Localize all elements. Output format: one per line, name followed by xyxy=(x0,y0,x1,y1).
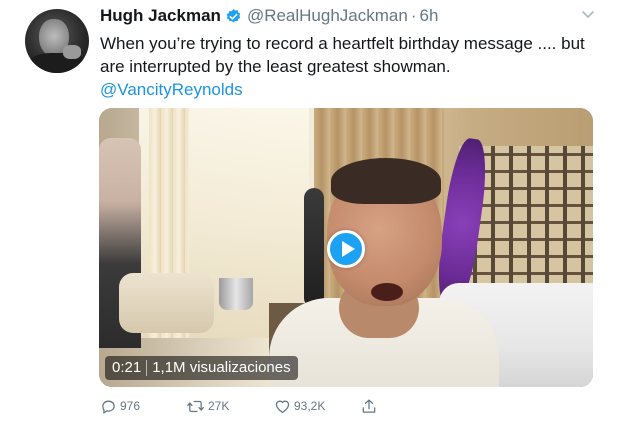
reply-count: 976 xyxy=(120,399,141,413)
tweet-header: Hugh Jackman @RealHughJackman · 6h xyxy=(100,5,438,27)
header-separator: · xyxy=(410,6,417,25)
video-duration: 0:21 xyxy=(112,359,142,376)
retweet-button[interactable]: 27K xyxy=(186,396,229,416)
video-frame-lamp xyxy=(304,188,324,308)
avatar-hand xyxy=(63,45,81,59)
play-icon[interactable] xyxy=(327,230,365,268)
video-frame-chair xyxy=(119,273,214,333)
author-handle[interactable]: @RealHughJackman xyxy=(247,6,408,26)
tweet-text: When you’re trying to record a heartfelt… xyxy=(100,32,610,78)
tweet-text-line-1: When you’re trying to record a heartfelt… xyxy=(100,34,585,53)
badge-divider xyxy=(146,360,148,376)
retweet-icon xyxy=(187,400,204,412)
video-views: 1,1M visualizaciones xyxy=(152,359,291,376)
author-name[interactable]: Hugh Jackman xyxy=(100,6,221,26)
reply-button[interactable]: 976 xyxy=(100,396,140,416)
share-button[interactable] xyxy=(361,396,377,416)
verified-badge-icon xyxy=(226,8,241,22)
reply-icon xyxy=(102,400,115,414)
chevron-down-icon[interactable] xyxy=(580,8,596,22)
tweet-time[interactable]: 6h xyxy=(420,6,439,26)
like-count: 93,2K xyxy=(294,399,326,413)
tweet-text-line-2: are interrupted by the least greatest sh… xyxy=(100,57,451,76)
video-frame-hair xyxy=(331,158,441,204)
video-info-badge: 0:21 1,1M visualizaciones xyxy=(105,356,298,380)
tweet-actions: 976 27K 93,2K xyxy=(100,396,400,416)
share-icon xyxy=(362,398,376,413)
like-icon xyxy=(275,400,290,414)
video-frame-ice-bucket xyxy=(219,278,253,310)
like-button[interactable]: 93,2K xyxy=(274,396,325,416)
tweet[interactable]: Hugh Jackman @RealHughJackman · 6h When … xyxy=(0,0,620,421)
video-frame-mouth xyxy=(371,283,403,301)
mention-link[interactable]: @VancityReynolds xyxy=(100,78,243,101)
retweet-count: 27K xyxy=(208,399,230,413)
video-player[interactable]: 0:21 1,1M visualizaciones xyxy=(99,108,593,387)
avatar[interactable] xyxy=(25,9,89,73)
